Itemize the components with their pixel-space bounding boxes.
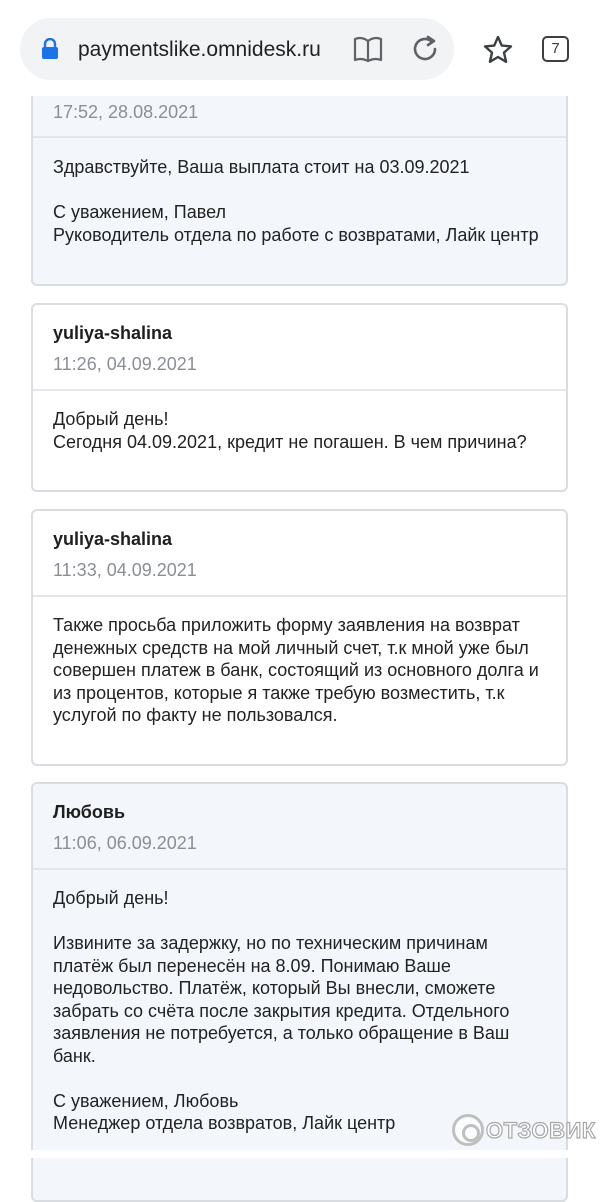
- message-card: yuliya-shalina 11:26, 04.09.2021 Добрый …: [31, 303, 568, 492]
- message-body: Здравствуйте, Ваша выплата стоит на 03.0…: [53, 156, 553, 246]
- system-nav-bar: [0, 1150, 600, 1158]
- reload-icon[interactable]: [410, 34, 440, 64]
- message-text: С уважением, Павел: [53, 202, 227, 222]
- message-text: Извините за задержку, но по техническим …: [53, 933, 510, 1066]
- message-body: Также просьба приложить форму заявления …: [53, 614, 553, 727]
- message-author: Любовь: [53, 802, 126, 822]
- reader-mode-icon[interactable]: [352, 34, 384, 64]
- message-header: Любовь 11:06, 06.09.2021: [33, 784, 566, 870]
- tab-switcher-button[interactable]: 7: [542, 36, 569, 62]
- message-card: yuliya-shalina 11:33, 04.09.2021 Также п…: [31, 509, 568, 766]
- message-time: 11:33, 04.09.2021: [53, 560, 197, 580]
- url-text[interactable]: paymentslike.omnidesk.ru: [78, 36, 346, 64]
- message-text: Добрый день!: [53, 409, 169, 429]
- message-header: yuliya-shalina 11:33, 04.09.2021: [33, 511, 566, 597]
- watermark-text: ОТЗОВИК: [485, 1117, 596, 1143]
- message-time: 17:52, 28.08.2021: [53, 102, 199, 122]
- message-time: 11:26, 04.09.2021: [53, 354, 197, 374]
- message-time: 11:06, 06.09.2021: [53, 833, 197, 853]
- browser-toolbar: paymentslike.omnidesk.ru 7: [0, 0, 600, 96]
- message-text: Добрый день!: [53, 888, 169, 908]
- message-header: yuliya-shalina 11:26, 04.09.2021: [33, 305, 566, 391]
- conversation-thread: 17:52, 28.08.2021 Здравствуйте, Ваша вып…: [0, 0, 600, 1202]
- message-text: Руководитель отдела по работе с возврата…: [53, 224, 539, 245]
- message-text: Сегодня 04.09.2021, кредит не погашен. В…: [53, 431, 527, 452]
- message-text: С уважением, Любовь: [53, 1090, 239, 1111]
- message-body: Добрый день! Сегодня 04.09.2021, кредит …: [53, 408, 553, 453]
- otzovik-watermark: ОТЗОВИК: [452, 1114, 596, 1150]
- watermark-logo-icon: [452, 1114, 484, 1146]
- message-body: Добрый день! Извините за задержку, но по…: [53, 887, 553, 1135]
- bookmark-star-icon[interactable]: [482, 34, 514, 66]
- address-bar[interactable]: paymentslike.omnidesk.ru: [20, 18, 454, 80]
- message-text: Здравствуйте, Ваша выплата стоит на 03.0…: [53, 157, 470, 177]
- message-text: Также просьба приложить форму заявления …: [53, 615, 539, 725]
- lock-icon[interactable]: [40, 38, 60, 60]
- message-author: yuliya-shalina: [53, 323, 173, 343]
- message-author: yuliya-shalina: [53, 529, 173, 549]
